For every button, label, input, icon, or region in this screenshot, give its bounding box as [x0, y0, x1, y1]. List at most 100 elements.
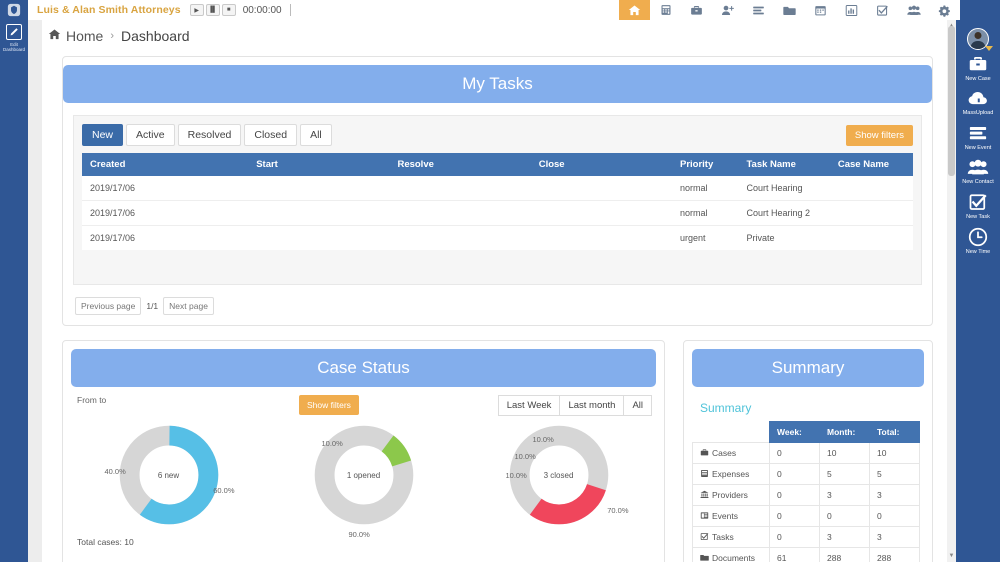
- nav-home-icon[interactable]: [619, 0, 650, 20]
- cell-task-name[interactable]: Private: [738, 225, 830, 250]
- th-task-name[interactable]: Task Name: [738, 153, 830, 176]
- breadcrumb-home-link[interactable]: Home: [66, 28, 103, 44]
- summary-table: Week: Month: Total: Cases 0 10 10 Expens…: [692, 421, 920, 562]
- nav-calculator-icon[interactable]: [650, 0, 681, 20]
- tasks-show-filters-button[interactable]: Show filters: [845, 124, 913, 146]
- summary-cell-month: 0: [819, 505, 870, 527]
- tab-closed[interactable]: Closed: [244, 124, 298, 146]
- rail-label-new-time: New Time: [965, 249, 991, 255]
- summary-cell-week: 0: [769, 484, 820, 506]
- user-avatar-top[interactable]: [960, 0, 1000, 20]
- edit-dashboard-label-line2: Dashboard: [2, 47, 25, 52]
- list-item: Expenses 0 5 5: [692, 463, 920, 485]
- tab-active[interactable]: Active: [126, 124, 175, 146]
- list-item: Providers 0 3 3: [692, 484, 920, 506]
- th-close[interactable]: Close: [530, 153, 672, 176]
- right-rail: New Case MassUpload New Event New Contac…: [956, 20, 1000, 562]
- rail-item-new-time[interactable]: New Time: [956, 223, 1000, 258]
- page-scrollbar[interactable]: ▲ ▼: [947, 20, 956, 562]
- previous-page-button[interactable]: Previous page: [75, 297, 142, 315]
- my-tasks-card: My Tasks New Active Resolved Closed All …: [62, 56, 933, 326]
- edit-pencil-icon: [6, 24, 22, 40]
- cell-task-name[interactable]: Court Hearing: [738, 176, 830, 201]
- app-logo-icon[interactable]: [0, 0, 28, 20]
- table-row[interactable]: 2019/17/06 normal Court Hearing: [82, 176, 913, 201]
- donut-closed-pct-1: 10.0%: [532, 435, 554, 444]
- cell-resolve: [389, 176, 531, 201]
- th-case-name[interactable]: Case Name: [829, 153, 913, 176]
- user-avatar[interactable]: [967, 28, 993, 51]
- nav-add-user-icon[interactable]: [712, 0, 743, 20]
- nav-chart-icon[interactable]: [836, 0, 867, 20]
- scroll-down-arrow-icon[interactable]: ▼: [948, 552, 955, 560]
- breadcrumb-current: Dashboard: [121, 28, 190, 44]
- cell-priority: normal: [671, 176, 739, 201]
- rail-item-new-contact[interactable]: New Contact: [956, 154, 1000, 188]
- donut-chart-new: 6 new 40.0% 60.0%: [71, 423, 266, 527]
- timer-value: 00:00:00: [242, 4, 282, 16]
- nav-calendar-icon[interactable]: [805, 0, 836, 20]
- range-last-month-button[interactable]: Last month: [559, 395, 625, 416]
- timer-controls: ▶ ▐▌ ■: [189, 4, 236, 16]
- nav-checkbox-icon[interactable]: [867, 0, 898, 20]
- avatar-dropdown-caret-icon[interactable]: [985, 46, 993, 51]
- cell-task-name[interactable]: Court Hearing 2: [738, 200, 830, 226]
- check-square-icon: [968, 192, 988, 212]
- summary-title: Summary: [692, 349, 924, 387]
- summary-cell-week: 0: [769, 526, 820, 548]
- edit-dashboard-button[interactable]: Edit Dashboard: [0, 20, 28, 52]
- breadcrumb-separator: ›: [110, 30, 115, 42]
- summary-th-blank: [692, 421, 770, 443]
- summary-cell-week: 0: [769, 442, 820, 464]
- donut-new-pct-other: 40.0%: [104, 467, 126, 476]
- nav-list-icon[interactable]: [743, 0, 774, 20]
- table-row[interactable]: 2019/17/06 urgent Private: [82, 225, 913, 250]
- timer-stop-button[interactable]: ■: [221, 4, 236, 16]
- list-icon: [968, 123, 988, 143]
- donut-new-svg: [119, 425, 218, 525]
- rail-item-new-event[interactable]: New Event: [956, 119, 1000, 154]
- rail-label-mass-upload: MassUpload: [962, 110, 994, 116]
- timer-pause-button[interactable]: ▐▌: [205, 4, 220, 16]
- case-status-range-buttons: Last Week Last month All: [497, 395, 652, 416]
- my-tasks-title: My Tasks: [63, 65, 932, 103]
- timer-divider: [289, 4, 291, 16]
- nav-settings-icon[interactable]: [929, 0, 960, 20]
- rail-item-new-case[interactable]: New Case: [956, 50, 1000, 85]
- table-row[interactable]: 2019/17/06 normal Court Hearing 2: [82, 200, 913, 226]
- case-status-show-filters-button[interactable]: Show filters: [299, 395, 359, 415]
- list-item: Tasks 0 3 3: [692, 526, 920, 548]
- donut-chart-closed: 3 closed 10.0% 10.0% 10.0% 70.0%: [461, 423, 656, 527]
- th-start[interactable]: Start: [248, 153, 390, 176]
- rail-item-mass-upload[interactable]: MassUpload: [956, 85, 1000, 119]
- th-priority[interactable]: Priority: [671, 153, 739, 176]
- tab-resolved[interactable]: Resolved: [177, 124, 242, 146]
- group-icon: [967, 158, 989, 177]
- rail-item-new-task[interactable]: New Task: [956, 188, 1000, 223]
- next-page-button[interactable]: Next page: [163, 297, 214, 315]
- cell-priority: urgent: [671, 225, 739, 250]
- nav-group-icon[interactable]: [898, 0, 929, 20]
- tab-new[interactable]: New: [82, 124, 124, 146]
- summary-th-month: Month:: [819, 421, 870, 443]
- summary-row-label-providers: Providers: [692, 484, 770, 506]
- timer-play-button[interactable]: ▶: [189, 4, 204, 16]
- firm-name: Luis & Alan Smith Attorneys: [37, 4, 181, 16]
- range-last-week-button[interactable]: Last Week: [497, 395, 561, 416]
- donut-closed-pct-2: 10.0%: [514, 452, 536, 461]
- th-created[interactable]: Created: [82, 153, 249, 176]
- summary-row-label-events: Events: [692, 505, 770, 527]
- left-rail: Edit Dashboard: [0, 0, 28, 562]
- nav-briefcase-icon[interactable]: [681, 0, 712, 20]
- cell-close: [530, 200, 672, 226]
- summary-cell-total: 5: [869, 463, 920, 485]
- range-all-button[interactable]: All: [623, 395, 652, 416]
- rail-label-new-event: New Event: [964, 145, 992, 151]
- bank-icon: [700, 490, 709, 498]
- th-resolve[interactable]: Resolve: [389, 153, 531, 176]
- nav-folder-icon[interactable]: [774, 0, 805, 20]
- summary-th-week: Week:: [769, 421, 820, 443]
- scrollbar-thumb[interactable]: [948, 26, 955, 176]
- tab-all[interactable]: All: [300, 124, 332, 146]
- summary-row-label-expenses: Expenses: [692, 463, 770, 485]
